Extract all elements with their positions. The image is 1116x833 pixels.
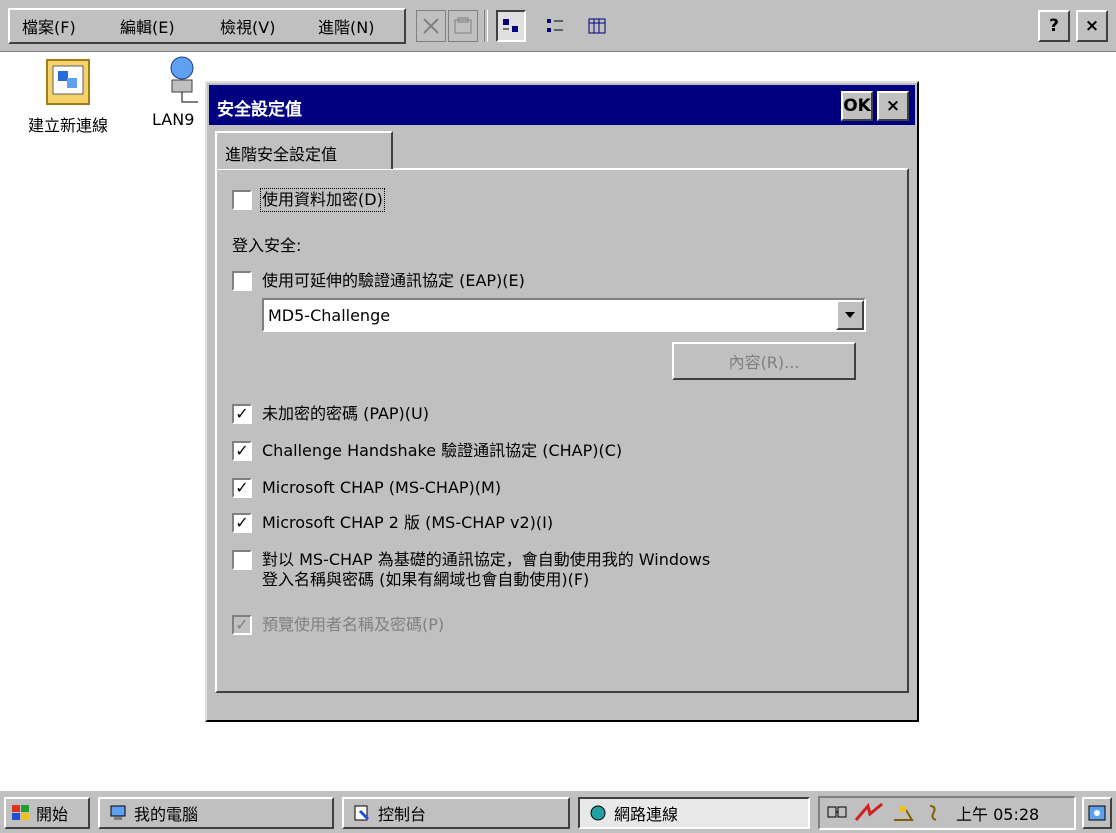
auto-windows-login-label-line2: 登入名稱與密碼 (如果有網域也會自動使用)(F)	[262, 570, 590, 589]
task-network-connections[interactable]: 網路連線	[578, 797, 810, 829]
windows-logo-icon	[12, 805, 29, 820]
chevron-down-icon	[845, 312, 855, 318]
dialog-close-button[interactable]: ×	[877, 91, 909, 121]
eap-type-dropdown[interactable]: MD5-Challenge	[262, 298, 866, 332]
new-connection-icon	[46, 59, 90, 105]
taskbar: 開始 我的電腦 控制台 網路連線 上午 05:28	[0, 789, 1116, 833]
properties-toolbar-button[interactable]	[448, 10, 478, 42]
lan-connection-icon	[170, 56, 198, 103]
desktop-icon-new-connection[interactable]: 建立新連線	[18, 56, 118, 136]
preview-username-checkbox: ✓	[232, 615, 252, 635]
use-eap-label: 使用可延伸的驗證通訊協定 (EAP)(E)	[262, 271, 525, 290]
pap-label: 未加密的密碼 (PAP)(U)	[262, 404, 429, 423]
use-data-encryption-row[interactable]: 使用資料加密(D)	[232, 188, 385, 212]
dialup-icon[interactable]	[854, 802, 884, 824]
input-icon[interactable]	[890, 802, 916, 824]
dialog-titlebar[interactable]: 安全設定值 OK ×	[209, 85, 915, 125]
use-eap-checkbox[interactable]	[232, 271, 252, 291]
mschapv2-row[interactable]: ✓ Microsoft CHAP 2 版 (MS-CHAP v2)(I)	[232, 513, 553, 533]
show-desktop-button[interactable]	[1082, 797, 1112, 829]
start-label: 開始	[36, 805, 69, 824]
mschap-checkbox[interactable]: ✓	[232, 478, 252, 498]
desktop-icon-label: LAN9	[152, 110, 195, 129]
login-security-label: 登入安全:	[232, 236, 302, 255]
tab-label: 進階安全設定值	[225, 145, 338, 164]
computer-icon	[110, 805, 126, 820]
details-icon	[588, 18, 606, 34]
list-icon	[547, 19, 563, 32]
list-view-button[interactable]	[540, 10, 570, 42]
chap-checkbox[interactable]: ✓	[232, 441, 252, 461]
control-panel-icon	[354, 805, 370, 821]
auto-windows-login-label-line1: 對以 MS-CHAP 為基礎的通訊協定，會自動使用我的 Windows	[262, 550, 711, 569]
task-label: 網路連線	[614, 805, 679, 824]
delete-icon	[423, 18, 439, 34]
chap-row[interactable]: ✓ Challenge Handshake 驗證通訊協定 (CHAP)(C)	[232, 441, 622, 461]
tab-advanced-security[interactable]: 進階安全設定值	[215, 131, 393, 169]
touch-icon[interactable]	[922, 802, 944, 824]
delete-button[interactable]	[416, 10, 446, 42]
chap-label: Challenge Handshake 驗證通訊協定 (CHAP)(C)	[262, 441, 623, 460]
toolbar-separator	[484, 10, 488, 42]
use-data-encryption-label: 使用資料加密(D)	[260, 188, 385, 212]
preview-username-row: ✓ 預覽使用者名稱及密碼(P)	[232, 615, 444, 635]
eap-properties-button[interactable]: 內容(R)...	[672, 342, 856, 380]
mschapv2-checkbox[interactable]: ✓	[232, 513, 252, 533]
ok-button[interactable]: OK	[841, 91, 873, 121]
network-status-icon[interactable]	[826, 803, 848, 823]
mschap-label: Microsoft CHAP (MS-CHAP)(M)	[262, 478, 502, 497]
task-label: 我的電腦	[134, 805, 199, 824]
use-eap-row[interactable]: 使用可延伸的驗證通訊協定 (EAP)(E)	[232, 271, 525, 291]
desktop-icon-label: 建立新連線	[27, 116, 108, 135]
preview-username-label: 預覽使用者名稱及密碼(P)	[262, 615, 445, 634]
help-button[interactable]: ?	[1038, 10, 1070, 42]
network-icon	[590, 805, 606, 821]
eap-type-value: MD5-Challenge	[268, 306, 391, 325]
menu-bar: 檔案(F) 編輯(E) 檢視(V) 進階(N) ? ×	[0, 0, 1116, 52]
desktop-icon	[1088, 805, 1106, 821]
start-button[interactable]: 開始	[4, 797, 90, 829]
menu-advanced[interactable]: 進階(N)	[318, 14, 374, 38]
dropdown-button[interactable]	[836, 300, 864, 330]
task-label: 控制台	[378, 805, 427, 824]
large-icons-view-button[interactable]	[496, 10, 526, 42]
auto-windows-login-checkbox[interactable]	[232, 550, 252, 570]
properties-icon	[454, 17, 472, 34]
auto-windows-login-label: 對以 MS-CHAP 為基礎的通訊協定，會自動使用我的 Windows 登入名稱…	[262, 550, 710, 590]
large-icons-icon	[503, 19, 518, 32]
task-control-panel[interactable]: 控制台	[342, 797, 570, 829]
details-view-button[interactable]	[582, 10, 612, 42]
pap-checkbox[interactable]: ✓	[232, 404, 252, 424]
mschapv2-label: Microsoft CHAP 2 版 (MS-CHAP v2)(I)	[262, 513, 554, 532]
task-my-computer[interactable]: 我的電腦	[98, 797, 334, 829]
desktop-icon-lan[interactable]: LAN9	[152, 54, 212, 129]
clock: 上午 05:28	[956, 805, 1040, 824]
window-close-button[interactable]: ×	[1076, 10, 1108, 42]
use-data-encryption-checkbox[interactable]	[232, 190, 252, 210]
menu-view[interactable]: 檢視(V)	[220, 14, 275, 38]
system-tray: 上午 05:28	[818, 796, 1076, 830]
auto-windows-login-row[interactable]: 對以 MS-CHAP 為基礎的通訊協定，會自動使用我的 Windows 登入名稱…	[232, 550, 710, 590]
dialog-title: 安全設定值	[217, 100, 302, 120]
menu-edit[interactable]: 編輯(E)	[120, 14, 175, 38]
menu-file[interactable]: 檔案(F)	[22, 14, 76, 38]
mschap-row[interactable]: ✓ Microsoft CHAP (MS-CHAP)(M)	[232, 478, 501, 498]
pap-row[interactable]: ✓ 未加密的密碼 (PAP)(U)	[232, 404, 429, 424]
